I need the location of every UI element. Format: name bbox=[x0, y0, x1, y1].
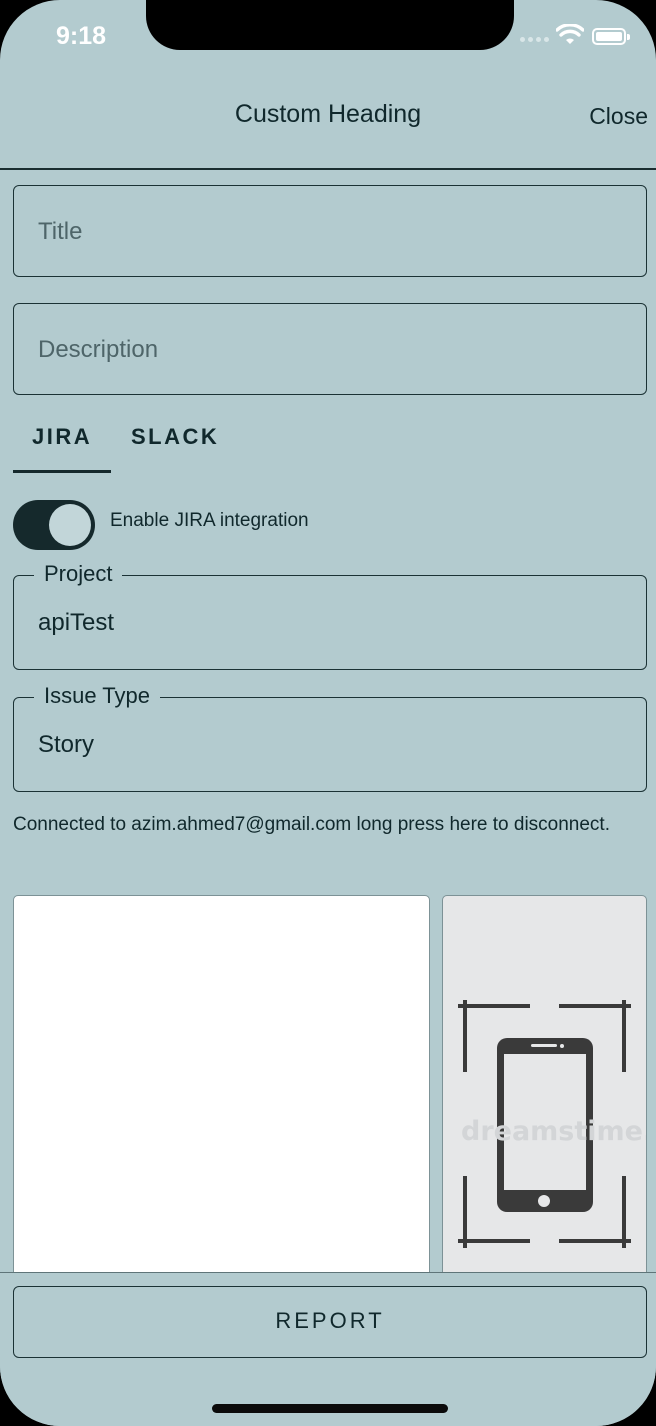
tab-slack[interactable]: SLACK bbox=[131, 424, 219, 450]
page-title: Custom Heading bbox=[234, 100, 422, 128]
project-label: Project bbox=[34, 561, 123, 587]
project-value: apiTest bbox=[38, 609, 115, 636]
notch bbox=[146, 0, 514, 50]
screenshot-thumbnail[interactable]: dreamstime. bbox=[442, 895, 647, 1295]
project-field[interactable]: Project apiTest bbox=[13, 561, 647, 670]
attachment-text-area[interactable] bbox=[13, 895, 430, 1295]
status-time: 9:18 bbox=[56, 22, 107, 50]
tab-jira[interactable]: JIRA bbox=[32, 424, 92, 450]
toggle-label: Enable JIRA integration bbox=[110, 510, 309, 531]
close-button[interactable]: Close bbox=[589, 103, 648, 130]
report-button[interactable]: REPORT bbox=[13, 1286, 647, 1358]
connection-status-text[interactable]: Connected to azim.ahmed7@gmail.com long … bbox=[13, 808, 633, 842]
description-input[interactable]: Description bbox=[13, 303, 647, 395]
jira-integration-toggle[interactable] bbox=[13, 500, 95, 550]
description-placeholder: Description bbox=[38, 336, 159, 363]
title-input[interactable]: Title bbox=[13, 185, 647, 277]
watermark-text: dreamstime. bbox=[461, 1116, 647, 1147]
header-divider bbox=[0, 168, 656, 170]
home-indicator bbox=[212, 1404, 448, 1413]
tab-indicator bbox=[13, 470, 111, 473]
wifi-icon bbox=[556, 24, 584, 44]
screen: 9:18 Custom Heading Close Title Descript… bbox=[0, 0, 656, 1426]
issue-type-label: Issue Type bbox=[34, 683, 160, 709]
cellular-signal-icon bbox=[520, 37, 549, 42]
issue-type-field[interactable]: Issue Type Story bbox=[13, 683, 647, 792]
issue-type-value: Story bbox=[38, 731, 95, 758]
toggle-knob bbox=[49, 504, 91, 546]
phone-screenshot-icon: dreamstime. bbox=[458, 1000, 647, 1248]
title-placeholder: Title bbox=[38, 218, 83, 245]
battery-icon bbox=[592, 28, 630, 45]
